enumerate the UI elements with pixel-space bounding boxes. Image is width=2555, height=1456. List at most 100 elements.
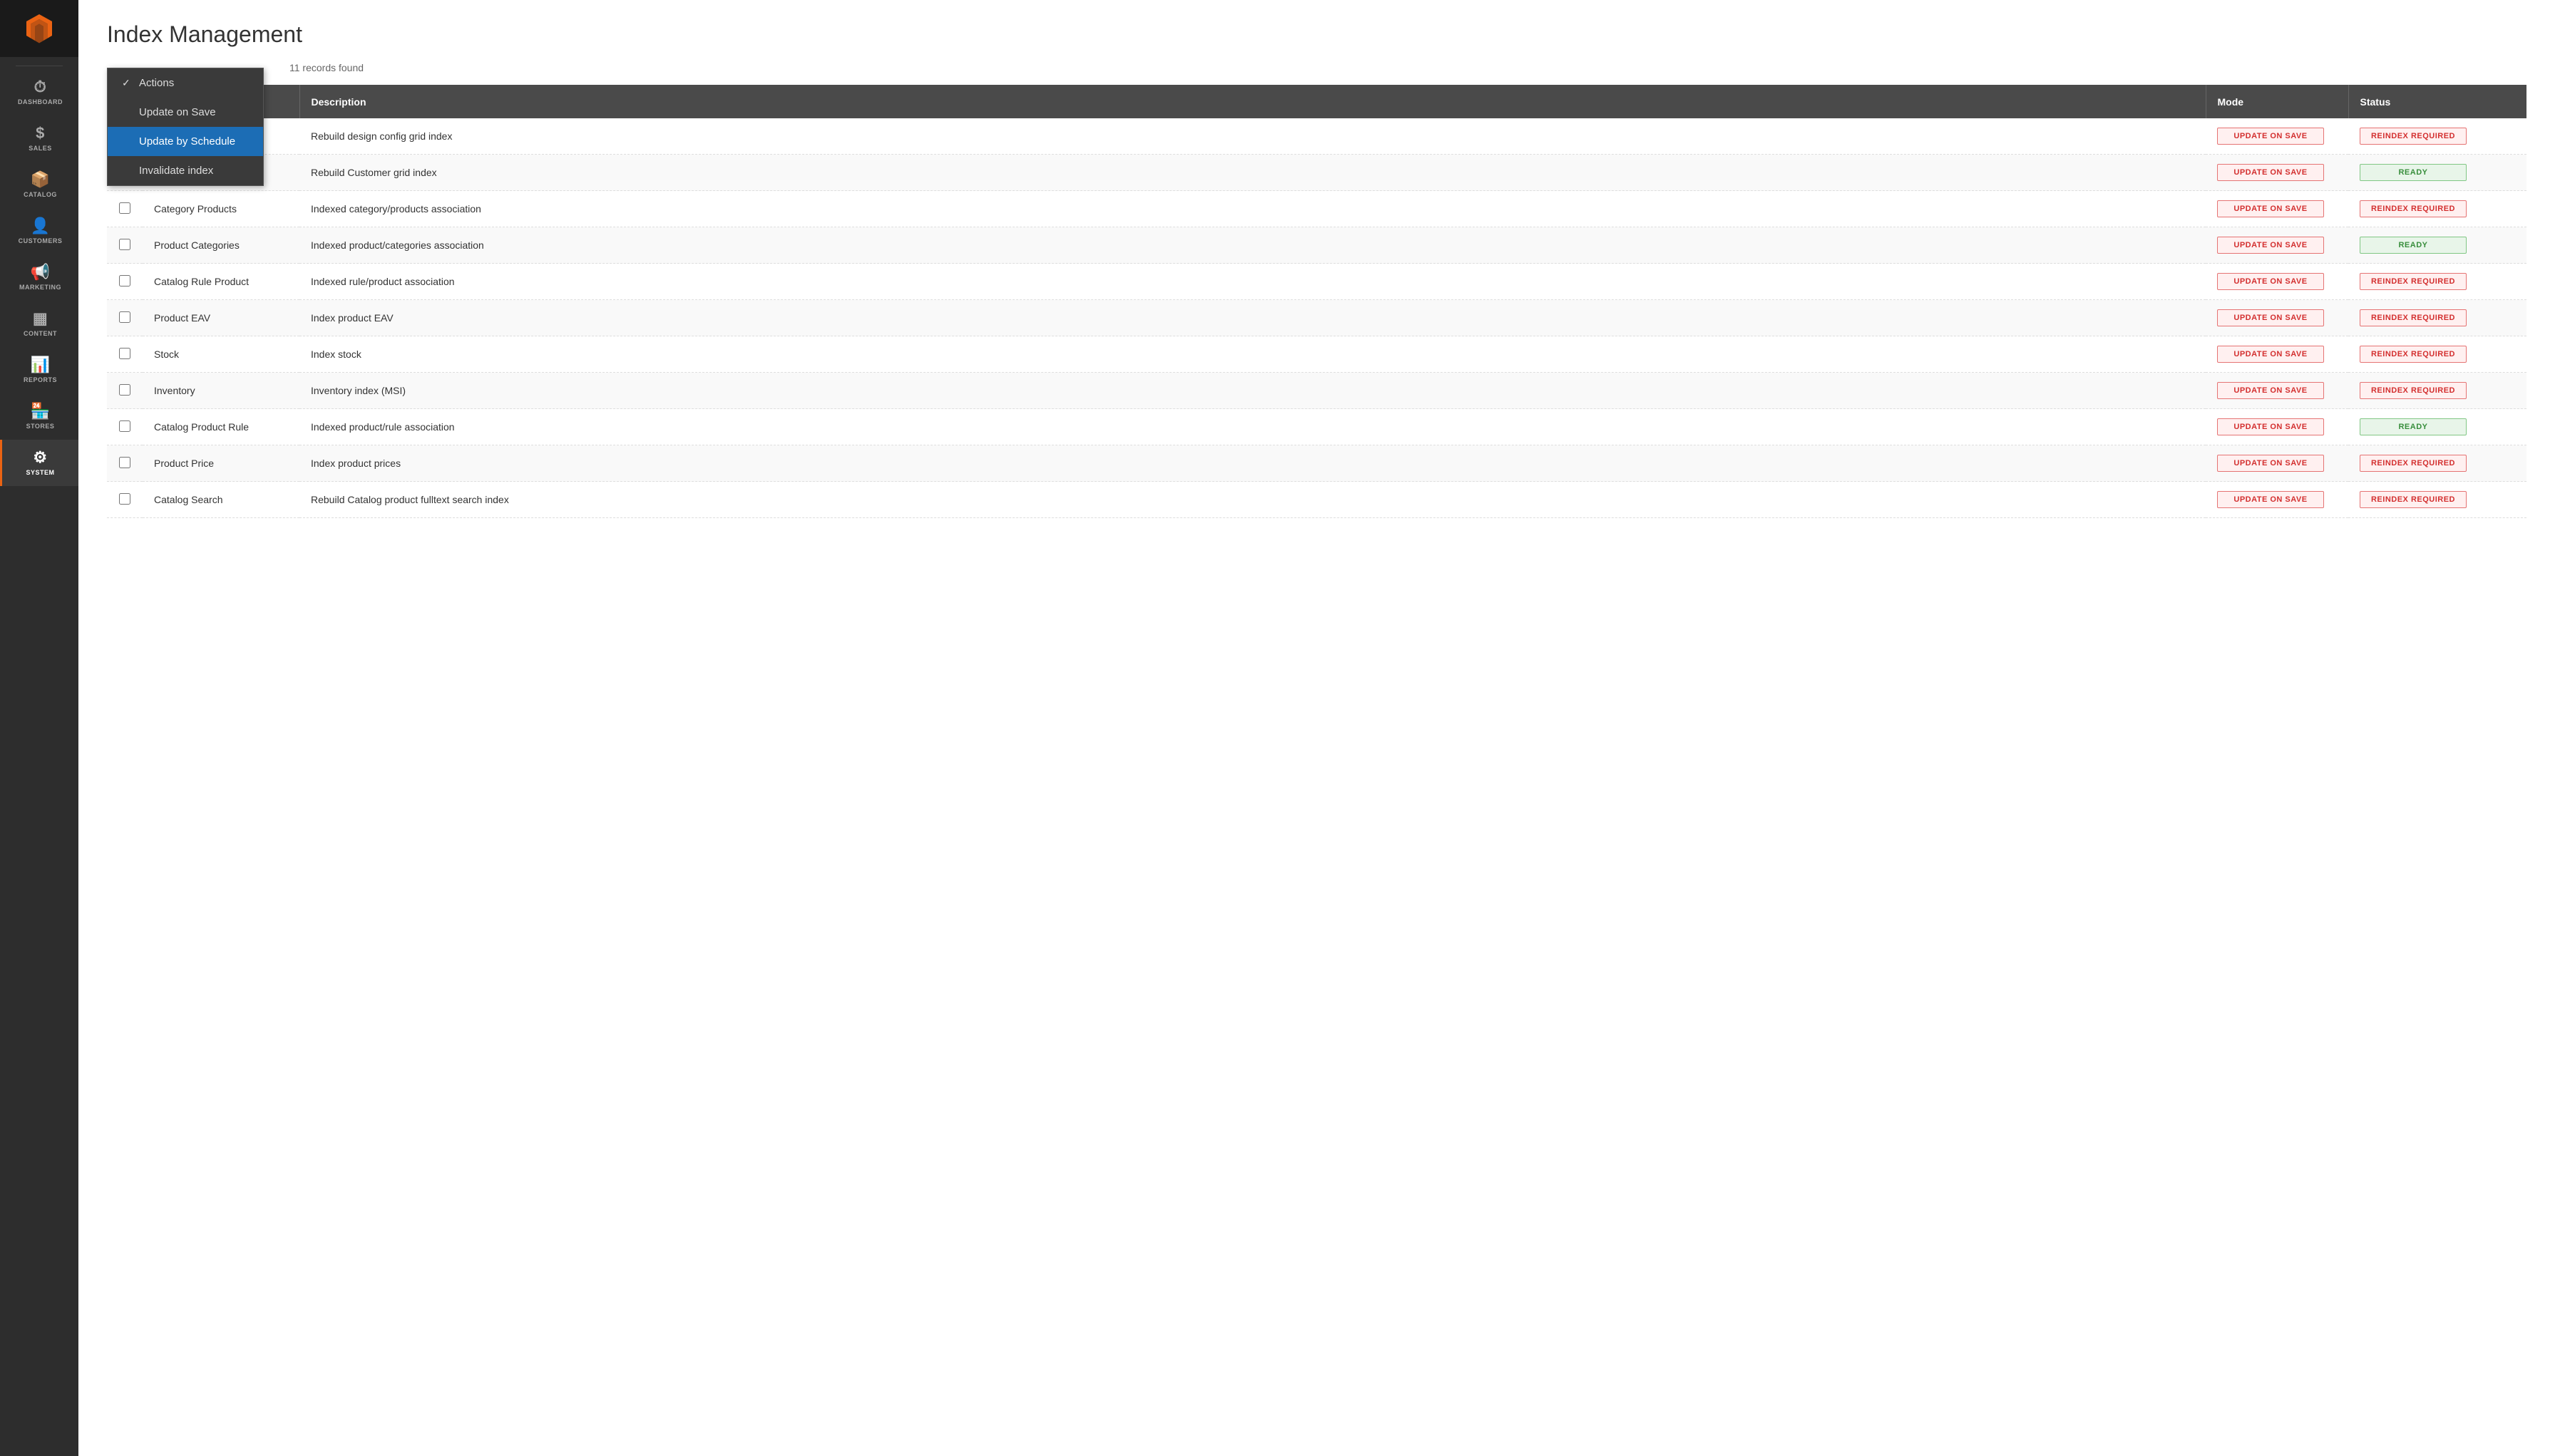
row-checkbox[interactable] bbox=[119, 420, 130, 432]
mode-badge[interactable]: UPDATE ON SAVE bbox=[2217, 128, 2324, 145]
row-status[interactable]: REINDEX REQUIRED bbox=[2348, 300, 2526, 336]
row-mode[interactable]: UPDATE ON SAVE bbox=[2206, 409, 2348, 445]
status-badge[interactable]: REINDEX REQUIRED bbox=[2360, 273, 2467, 290]
row-mode[interactable]: UPDATE ON SAVE bbox=[2206, 191, 2348, 227]
row-checkbox[interactable] bbox=[119, 202, 130, 214]
sidebar-item-content[interactable]: ▦ CONTENT bbox=[0, 301, 78, 347]
row-mode[interactable]: UPDATE ON SAVE bbox=[2206, 300, 2348, 336]
row-status[interactable]: REINDEX REQUIRED bbox=[2348, 373, 2526, 409]
mode-badge[interactable]: UPDATE ON SAVE bbox=[2217, 237, 2324, 254]
catalog-icon: 📦 bbox=[31, 172, 51, 187]
row-checkbox-cell[interactable] bbox=[107, 191, 143, 227]
mode-badge[interactable]: UPDATE ON SAVE bbox=[2217, 455, 2324, 472]
row-description: Indexed category/products association bbox=[299, 191, 2206, 227]
col-header-mode: Mode bbox=[2206, 85, 2348, 118]
sidebar-item-reports[interactable]: 📊 REPORTS bbox=[0, 347, 78, 393]
row-mode[interactable]: UPDATE ON SAVE bbox=[2206, 482, 2348, 518]
sidebar-item-catalog[interactable]: 📦 CATALOG bbox=[0, 162, 78, 208]
row-status[interactable]: REINDEX REQUIRED bbox=[2348, 118, 2526, 155]
status-badge[interactable]: REINDEX REQUIRED bbox=[2360, 346, 2467, 363]
sidebar: ⏱ DASHBOARD $ SALES 📦 CATALOG 👤 CUSTOMER… bbox=[0, 0, 78, 1456]
row-checkbox[interactable] bbox=[119, 311, 130, 323]
row-checkbox[interactable] bbox=[119, 384, 130, 396]
row-description: Rebuild Catalog product fulltext search … bbox=[299, 482, 2206, 518]
row-status[interactable]: READY bbox=[2348, 409, 2526, 445]
status-badge[interactable]: READY bbox=[2360, 237, 2467, 254]
sidebar-item-sales[interactable]: $ SALES bbox=[0, 115, 78, 162]
row-checkbox[interactable] bbox=[119, 457, 130, 468]
row-mode[interactable]: UPDATE ON SAVE bbox=[2206, 373, 2348, 409]
dropdown-item-actions-header[interactable]: ✓ Actions bbox=[108, 68, 263, 98]
sidebar-label-reports: REPORTS bbox=[24, 376, 57, 383]
sidebar-label-stores: STORES bbox=[26, 423, 55, 430]
row-mode[interactable]: UPDATE ON SAVE bbox=[2206, 336, 2348, 373]
table-header-row: Indexer Description Mode Status bbox=[107, 85, 2526, 118]
row-indexer: Catalog Product Rule bbox=[143, 409, 299, 445]
row-checkbox-cell[interactable] bbox=[107, 409, 143, 445]
row-mode[interactable]: UPDATE ON SAVE bbox=[2206, 227, 2348, 264]
row-status[interactable]: REINDEX REQUIRED bbox=[2348, 445, 2526, 482]
sidebar-item-stores[interactable]: 🏪 STORES bbox=[0, 393, 78, 440]
row-checkbox-cell[interactable] bbox=[107, 336, 143, 373]
row-mode[interactable]: UPDATE ON SAVE bbox=[2206, 155, 2348, 191]
sidebar-item-customers[interactable]: 👤 CUSTOMERS bbox=[0, 208, 78, 254]
row-status[interactable]: READY bbox=[2348, 227, 2526, 264]
sidebar-item-system[interactable]: ⚙ SYSTEM bbox=[0, 440, 78, 486]
row-checkbox-cell[interactable] bbox=[107, 264, 143, 300]
row-indexer: Inventory bbox=[143, 373, 299, 409]
mode-badge[interactable]: UPDATE ON SAVE bbox=[2217, 164, 2324, 181]
mode-badge[interactable]: UPDATE ON SAVE bbox=[2217, 309, 2324, 326]
status-badge[interactable]: REINDEX REQUIRED bbox=[2360, 128, 2467, 145]
dropdown-item-update-by-schedule[interactable]: Update by Schedule bbox=[108, 127, 263, 156]
row-status[interactable]: REINDEX REQUIRED bbox=[2348, 336, 2526, 373]
row-indexer: Catalog Search bbox=[143, 482, 299, 518]
status-badge[interactable]: READY bbox=[2360, 164, 2467, 181]
row-status[interactable]: REINDEX REQUIRED bbox=[2348, 482, 2526, 518]
content-icon: ▦ bbox=[33, 311, 48, 326]
mode-badge[interactable]: UPDATE ON SAVE bbox=[2217, 491, 2324, 508]
row-mode[interactable]: UPDATE ON SAVE bbox=[2206, 445, 2348, 482]
row-mode[interactable]: UPDATE ON SAVE bbox=[2206, 118, 2348, 155]
row-checkbox[interactable] bbox=[119, 348, 130, 359]
row-checkbox-cell[interactable] bbox=[107, 445, 143, 482]
status-badge[interactable]: READY bbox=[2360, 418, 2467, 435]
mode-badge[interactable]: UPDATE ON SAVE bbox=[2217, 200, 2324, 217]
actions-dropdown-menu[interactable]: ✓ Actions Update on Save Update by Sched… bbox=[107, 68, 264, 186]
dropdown-item-update-on-save[interactable]: Update on Save bbox=[108, 98, 263, 127]
mode-badge[interactable]: UPDATE ON SAVE bbox=[2217, 273, 2324, 290]
table-row: Catalog Rule ProductIndexed rule/product… bbox=[107, 264, 2526, 300]
row-description: Indexed product/categories association bbox=[299, 227, 2206, 264]
mode-badge[interactable]: UPDATE ON SAVE bbox=[2217, 346, 2324, 363]
status-badge[interactable]: REINDEX REQUIRED bbox=[2360, 382, 2467, 399]
mode-badge[interactable]: UPDATE ON SAVE bbox=[2217, 418, 2324, 435]
row-status[interactable]: REINDEX REQUIRED bbox=[2348, 191, 2526, 227]
row-checkbox-cell[interactable] bbox=[107, 373, 143, 409]
row-checkbox-cell[interactable] bbox=[107, 300, 143, 336]
row-status[interactable]: REINDEX REQUIRED bbox=[2348, 264, 2526, 300]
status-badge[interactable]: REINDEX REQUIRED bbox=[2360, 309, 2467, 326]
dropdown-actions-label: Actions bbox=[139, 77, 174, 89]
table-body: Design Config GridRebuild design config … bbox=[107, 118, 2526, 518]
sidebar-item-marketing[interactable]: 📢 MARKETING bbox=[0, 254, 78, 301]
mode-badge[interactable]: UPDATE ON SAVE bbox=[2217, 382, 2324, 399]
row-checkbox-cell[interactable] bbox=[107, 227, 143, 264]
status-badge[interactable]: REINDEX REQUIRED bbox=[2360, 491, 2467, 508]
dropdown-item-invalidate-index[interactable]: Invalidate index bbox=[108, 156, 263, 185]
row-mode[interactable]: UPDATE ON SAVE bbox=[2206, 264, 2348, 300]
row-description: Index stock bbox=[299, 336, 2206, 373]
row-checkbox[interactable] bbox=[119, 493, 130, 505]
status-badge[interactable]: REINDEX REQUIRED bbox=[2360, 455, 2467, 472]
row-indexer: Product Categories bbox=[143, 227, 299, 264]
row-checkbox[interactable] bbox=[119, 239, 130, 250]
dropdown-update-by-schedule-label: Update by Schedule bbox=[139, 135, 235, 148]
row-status[interactable]: READY bbox=[2348, 155, 2526, 191]
table-row: Catalog SearchRebuild Catalog product fu… bbox=[107, 482, 2526, 518]
toolbar: ✓ Actions Update on Save Update by Sched… bbox=[107, 62, 2526, 73]
row-checkbox-cell[interactable] bbox=[107, 482, 143, 518]
status-badge[interactable]: REINDEX REQUIRED bbox=[2360, 200, 2467, 217]
row-checkbox[interactable] bbox=[119, 275, 130, 286]
sidebar-item-dashboard[interactable]: ⏱ DASHBOARD bbox=[0, 69, 78, 115]
empty-checkmark bbox=[122, 107, 133, 118]
dropdown-update-on-save-label: Update on Save bbox=[139, 106, 216, 118]
sidebar-logo bbox=[0, 0, 78, 57]
